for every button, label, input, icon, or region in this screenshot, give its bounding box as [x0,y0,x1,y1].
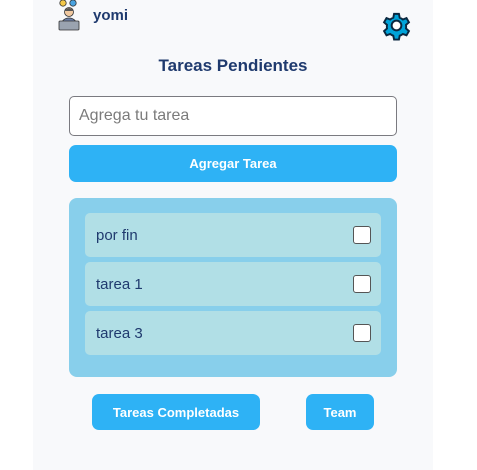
user-header: yomi [57,0,128,34]
task-input[interactable] [69,96,397,136]
task-checkbox[interactable] [353,275,371,293]
list-item: tarea 3 [85,311,381,355]
developer-avatar-icon [57,0,81,36]
task-label: tarea 1 [96,275,143,293]
list-item: tarea 1 [85,262,381,306]
task-checkbox[interactable] [353,324,371,342]
task-label: por fin [96,226,138,244]
add-task-button[interactable]: Agregar Tarea [69,145,397,182]
completed-tasks-button[interactable]: Tareas Completadas [92,394,260,430]
gear-icon[interactable] [380,9,413,42]
task-checkbox[interactable] [353,226,371,244]
task-list: por fin tarea 1 tarea 3 [69,198,397,377]
list-item: por fin [85,213,381,257]
task-label: tarea 3 [96,324,143,342]
username: yomi [93,6,129,24]
team-button[interactable]: Team [306,394,374,430]
page-title: Tareas Pendientes [158,56,308,75]
